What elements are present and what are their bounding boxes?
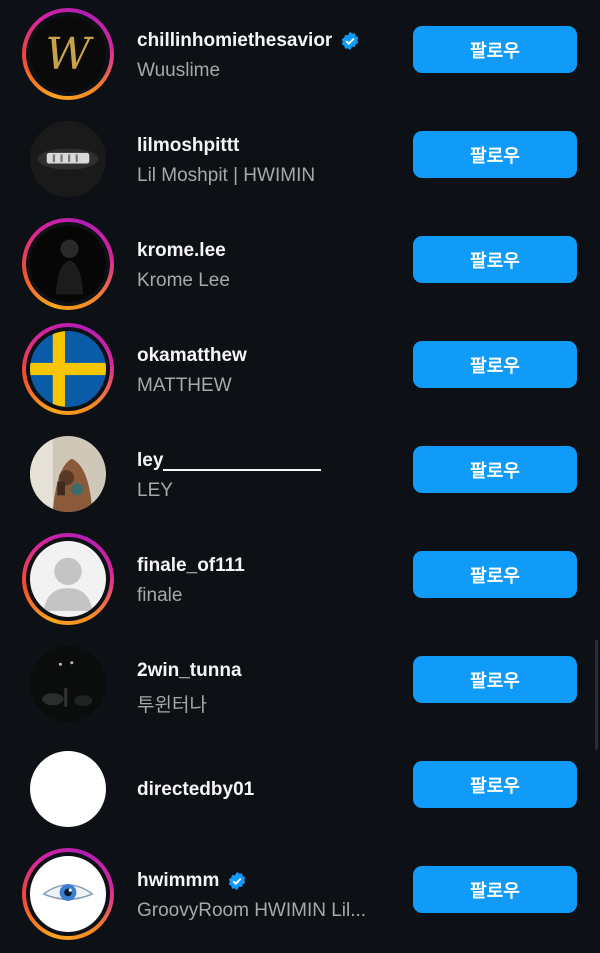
follow-button[interactable]: 팔로우 <box>413 761 577 808</box>
full-name: GroovyRoom HWIMIN Lil... <box>137 900 367 921</box>
username-text[interactable]: krome.lee <box>137 240 226 262</box>
username-text[interactable]: chillinhomiethesavior <box>137 30 332 52</box>
username[interactable]: chillinhomiethesavior <box>137 30 360 52</box>
white-blank-avatar <box>30 751 106 827</box>
follow-button[interactable]: 팔로우 <box>413 656 577 703</box>
user-row-finale-of111[interactable]: finale_of111 finale 팔로우 <box>0 525 600 630</box>
full-name: 투윈터나 <box>137 694 207 716</box>
full-name: Wuuslime <box>137 60 221 81</box>
full-name: Krome Lee <box>137 270 230 291</box>
username[interactable]: 2win_tunna <box>137 660 242 682</box>
user-row-okamatthew[interactable]: okamatthew MATTHEW 팔로우 <box>0 315 600 420</box>
user-row-2win-tunna[interactable]: 2win_tunna 투윈터나 팔로우 <box>0 630 600 735</box>
username-text[interactable]: ley <box>137 450 163 472</box>
svg-text:W: W <box>45 29 94 80</box>
username-underline <box>163 451 322 471</box>
full-name: LEY <box>137 480 173 501</box>
avatar-container[interactable] <box>22 743 114 835</box>
follow-suggestions-list: W chillinhomiethesavior Wuuslime 팔로우 lil… <box>0 0 600 953</box>
tattoo-mirror-selfie-photo <box>30 436 106 512</box>
teeth-grill-photo <box>30 121 106 197</box>
username-text[interactable]: okamatthew <box>137 345 247 367</box>
verified-badge-icon <box>229 871 246 891</box>
follow-button[interactable]: 팔로우 <box>413 26 577 73</box>
user-row-directedby01[interactable]: directedby01 팔로우 <box>0 735 600 840</box>
user-row-krome-lee[interactable]: krome.lee Krome Lee 팔로우 <box>0 210 600 315</box>
username-text[interactable]: directedby01 <box>137 779 254 801</box>
user-row-lilmoshpittt[interactable]: lilmoshpittt Lil Moshpit | HWIMIN 팔로우 <box>0 105 600 210</box>
dark-person-photo <box>30 226 106 302</box>
username[interactable]: krome.lee <box>137 240 226 262</box>
blue-eye-photo <box>30 856 106 932</box>
follow-button[interactable]: 팔로우 <box>413 866 577 913</box>
story-ring[interactable] <box>22 218 114 310</box>
follow-button[interactable]: 팔로우 <box>413 131 577 178</box>
default-profile-icon <box>30 541 106 617</box>
avatar-container[interactable] <box>22 638 114 730</box>
follow-button[interactable]: 팔로우 <box>413 341 577 388</box>
full-name: Lil Moshpit | HWIMIN <box>137 165 316 186</box>
story-ring[interactable] <box>22 848 114 940</box>
username-text[interactable]: finale_of111 <box>137 555 245 577</box>
username[interactable]: hwimmm <box>137 870 247 892</box>
username-text[interactable]: hwimmm <box>137 870 219 892</box>
username[interactable]: okamatthew <box>137 345 247 367</box>
username[interactable]: lilmoshpittt <box>137 135 239 157</box>
avatar-container[interactable] <box>22 428 114 520</box>
user-row-ley[interactable]: ley LEY 팔로우 <box>0 420 600 525</box>
follow-button[interactable]: 팔로우 <box>413 446 577 493</box>
dark-stage-photo <box>30 646 106 722</box>
user-row-hwimmm[interactable]: hwimmm GroovyRoom HWIMIN Lil... 팔로우 <box>0 840 600 945</box>
story-ring[interactable] <box>22 323 114 415</box>
story-ring[interactable] <box>22 533 114 625</box>
gold-w-logo-icon: W <box>30 16 106 92</box>
username-text[interactable]: 2win_tunna <box>137 660 242 682</box>
story-ring[interactable]: W <box>22 8 114 100</box>
username-text[interactable]: lilmoshpittt <box>137 135 239 157</box>
full-name: finale <box>137 585 183 606</box>
sweden-flag-icon <box>30 331 106 407</box>
follow-button[interactable]: 팔로우 <box>413 236 577 283</box>
username[interactable]: finale_of111 <box>137 555 245 577</box>
follow-button[interactable]: 팔로우 <box>413 551 577 598</box>
username[interactable]: directedby01 <box>137 779 254 801</box>
full-name: MATTHEW <box>137 375 232 396</box>
scrollbar[interactable] <box>595 640 598 750</box>
user-row-chillinhomiethesavior[interactable]: W chillinhomiethesavior Wuuslime 팔로우 <box>0 0 600 105</box>
verified-badge-icon <box>342 31 359 51</box>
username[interactable]: ley <box>137 450 322 472</box>
avatar-container[interactable] <box>22 113 114 205</box>
